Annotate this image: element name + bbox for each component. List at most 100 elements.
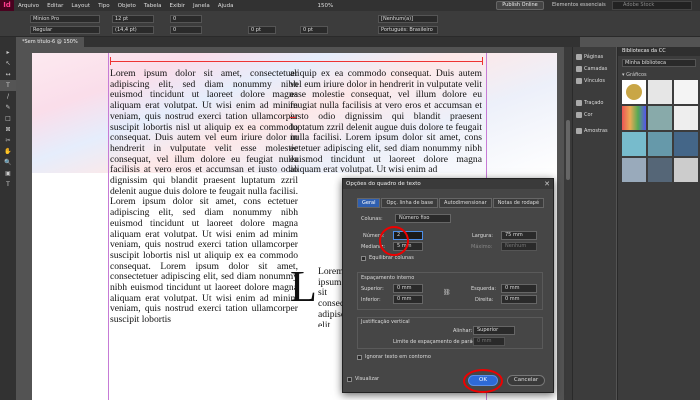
panel-swatches[interactable]: Amostras bbox=[573, 125, 616, 137]
menu-editar[interactable]: Editar bbox=[43, 3, 67, 9]
leading-field[interactable]: (14,4 pt) bbox=[112, 26, 154, 34]
workspace-switcher[interactable]: Elementos essenciais bbox=[552, 2, 606, 8]
char-style-field[interactable]: [Nenhum(a)] bbox=[378, 15, 438, 23]
library-item[interactable] bbox=[674, 80, 698, 104]
close-icon[interactable]: ✕ bbox=[544, 179, 550, 189]
font-family-field[interactable]: Minion Pro bbox=[30, 15, 100, 23]
library-item[interactable] bbox=[674, 132, 698, 156]
annotation-circle-ok bbox=[463, 369, 503, 393]
text-column-1[interactable]: Lorem ipsum dolor sit amet, consectetuer… bbox=[110, 69, 298, 400]
tools-panel: ▸ ↖ ↔ T / ✎ □ ⊠ ✂ ✋ 🔍 ▣ T bbox=[0, 47, 16, 400]
max-width-input: Nenhum bbox=[501, 242, 537, 251]
document-tab-bar: *Sem título-6 @ 150% bbox=[0, 37, 580, 47]
ignore-text-wrap-checkbox[interactable] bbox=[357, 355, 362, 360]
pages-icon bbox=[576, 54, 582, 60]
library-item[interactable] bbox=[648, 106, 672, 130]
tracking-field[interactable]: 0 bbox=[170, 15, 202, 23]
skew-field[interactable]: 0 pt bbox=[300, 26, 328, 34]
frame-handle-left bbox=[110, 57, 111, 65]
graphics-section[interactable]: ▾ Gráficos bbox=[618, 70, 700, 80]
menu-ajuda[interactable]: Ajuda bbox=[214, 3, 238, 9]
align-select[interactable]: Superior bbox=[473, 326, 515, 335]
formatting-text-icon[interactable]: T bbox=[0, 179, 16, 190]
indesign-logo: Id bbox=[0, 0, 14, 11]
inset-title: Espaçamento interno bbox=[361, 275, 415, 281]
panel-label: Cor bbox=[584, 112, 593, 118]
baseline-shift-field[interactable]: 0 pt bbox=[248, 26, 276, 34]
text-frame-options-dialog: Opções do quadro de texto ✕ Geral Opç. l… bbox=[342, 178, 554, 393]
library-item[interactable] bbox=[648, 132, 672, 156]
font-size-field[interactable]: 12 pt bbox=[112, 15, 154, 23]
menu-janela[interactable]: Janela bbox=[189, 3, 214, 9]
language-field[interactable]: Português: Brasileiro bbox=[378, 26, 438, 34]
preview-checkbox[interactable] bbox=[347, 377, 352, 382]
panel-stroke[interactable]: Traçado bbox=[573, 97, 616, 109]
menu-layout[interactable]: Layout bbox=[67, 3, 94, 9]
library-select[interactable]: Minha biblioteca bbox=[622, 59, 696, 67]
tab-baseline[interactable]: Opç. linha de base bbox=[381, 198, 439, 208]
library-item[interactable] bbox=[622, 106, 646, 130]
zoom-level[interactable]: 150% bbox=[317, 3, 333, 9]
menu-arquivo[interactable]: Arquivo bbox=[14, 3, 43, 9]
column-width-input[interactable]: 75 mm bbox=[501, 231, 537, 240]
balance-columns-checkbox[interactable] bbox=[361, 256, 366, 261]
columns-type-select[interactable]: Número fixo bbox=[395, 214, 451, 223]
cc-libraries-title: Bibliotecas da CC bbox=[618, 47, 700, 56]
tab-autosize[interactable]: Autodimensionar bbox=[439, 198, 492, 208]
rectangle-frame-tool-icon[interactable]: ⊠ bbox=[0, 124, 16, 135]
cc-libraries-panel: Bibliotecas da CC Minha biblioteca ▾ Grá… bbox=[617, 47, 700, 400]
kerning-field[interactable]: 0 bbox=[170, 26, 202, 34]
panel-links[interactable]: Vínculos bbox=[573, 75, 616, 87]
cancel-button[interactable]: Cancelar bbox=[507, 375, 545, 386]
library-item[interactable] bbox=[622, 132, 646, 156]
library-item[interactable] bbox=[674, 106, 698, 130]
columns-label: Colunas: bbox=[361, 216, 383, 222]
zoom-tool-icon[interactable]: 🔍 bbox=[0, 157, 16, 168]
library-item[interactable] bbox=[622, 158, 646, 182]
scissors-tool-icon[interactable]: ✂ bbox=[0, 135, 16, 146]
document-tab[interactable]: *Sem título-6 @ 150% bbox=[16, 37, 84, 47]
menu-exibir[interactable]: Exibir bbox=[166, 3, 190, 9]
menu-objeto[interactable]: Objeto bbox=[114, 3, 140, 9]
align-label: Alinhar: bbox=[453, 328, 473, 334]
control-panel: Minion Pro Regular 12 pt (14,4 pt) 0 0 0… bbox=[0, 11, 700, 37]
library-item[interactable] bbox=[674, 158, 698, 182]
menu-tabela[interactable]: Tabela bbox=[140, 3, 166, 9]
panel-pages[interactable]: Páginas bbox=[573, 51, 616, 63]
right-inset-input[interactable]: 0 mm bbox=[501, 295, 537, 304]
library-item[interactable] bbox=[622, 80, 646, 104]
library-item[interactable] bbox=[648, 80, 672, 104]
panel-label: Páginas bbox=[584, 54, 604, 60]
top-inset-input[interactable]: 0 mm bbox=[393, 284, 423, 293]
vertical-scrollbar[interactable] bbox=[564, 47, 572, 400]
tab-geral[interactable]: Geral bbox=[357, 198, 381, 208]
gap-tool-icon[interactable]: ↔ bbox=[0, 69, 16, 80]
library-item[interactable] bbox=[648, 158, 672, 182]
type-tool-icon[interactable]: T bbox=[0, 80, 16, 91]
layers-icon bbox=[576, 66, 582, 72]
ignore-text-wrap-label: Ignorar texto em contorno bbox=[365, 354, 431, 360]
stroke-icon bbox=[576, 100, 582, 106]
scrollbar-thumb[interactable] bbox=[566, 120, 570, 180]
links-icon bbox=[576, 78, 582, 84]
panel-layers[interactable]: Camadas bbox=[573, 63, 616, 75]
menu-tipo[interactable]: Tipo bbox=[94, 3, 114, 9]
selection-tool-icon[interactable]: ▸ bbox=[0, 47, 16, 58]
adobe-stock-search[interactable]: Adobe Stock bbox=[612, 1, 692, 10]
tab-footnotes[interactable]: Notas de rodapé bbox=[492, 198, 545, 208]
collapsed-panels: Páginas Camadas Vínculos Traçado Cor Amo… bbox=[572, 47, 616, 400]
panel-color[interactable]: Cor bbox=[573, 109, 616, 121]
rectangle-tool-icon[interactable]: □ bbox=[0, 113, 16, 124]
left-inset-input[interactable]: 0 mm bbox=[501, 284, 537, 293]
panel-label: Amostras bbox=[584, 128, 608, 134]
link-icon[interactable]: ⛓ bbox=[443, 289, 451, 296]
pen-tool-icon[interactable]: ✎ bbox=[0, 102, 16, 113]
direct-selection-tool-icon[interactable]: ↖ bbox=[0, 58, 16, 69]
hand-tool-icon[interactable]: ✋ bbox=[0, 146, 16, 157]
publish-online-button[interactable]: Publish Online bbox=[496, 1, 544, 10]
line-tool-icon[interactable]: / bbox=[0, 91, 16, 102]
column-gutter-marker bbox=[290, 117, 296, 118]
bottom-inset-input[interactable]: 0 mm bbox=[393, 295, 423, 304]
font-style-field[interactable]: Regular bbox=[30, 26, 100, 34]
fill-stroke-icon[interactable]: ▣ bbox=[0, 168, 16, 179]
